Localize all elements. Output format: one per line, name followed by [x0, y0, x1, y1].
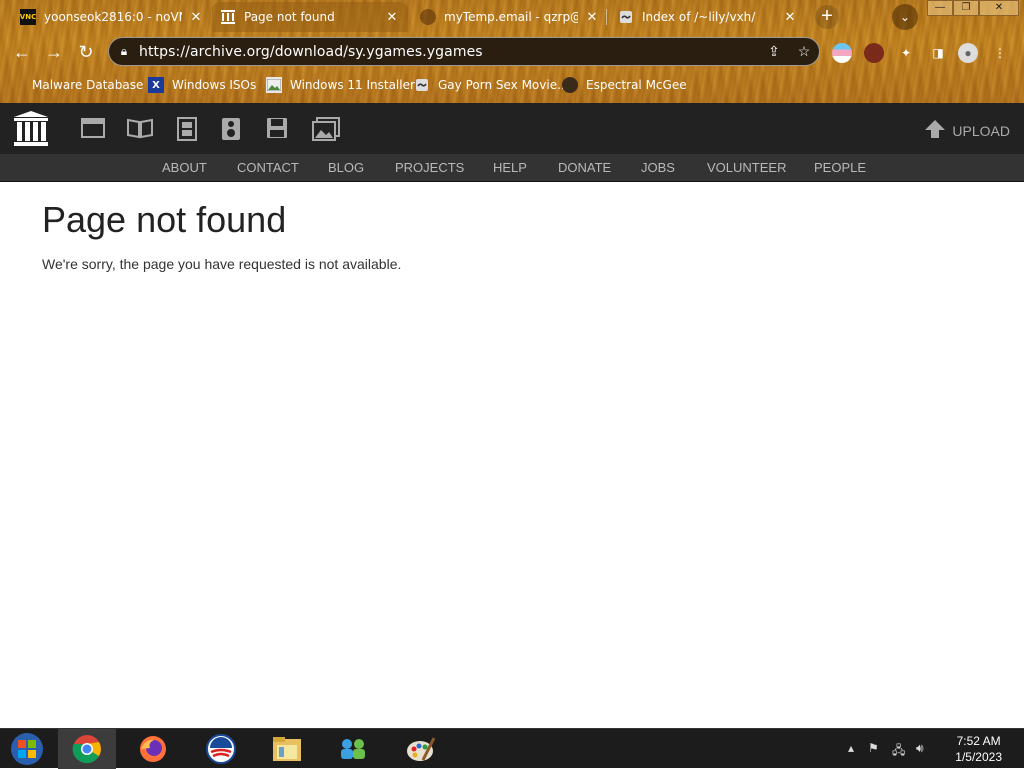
x-icon: X — [148, 77, 164, 93]
clock-time: 7:52 AM — [956, 734, 1001, 748]
show-hidden-icons-icon[interactable]: ▴ — [848, 741, 854, 755]
tilde-icon — [618, 9, 634, 25]
close-icon[interactable]: ✕ — [584, 10, 600, 25]
nav-about[interactable]: ABOUT — [162, 160, 207, 175]
tab-search-button[interactable]: ⌄ — [892, 4, 918, 30]
texts-icon[interactable] — [126, 117, 153, 141]
nav-blog[interactable]: BLOG — [328, 160, 364, 175]
pride-flag-extension-icon[interactable] — [832, 43, 852, 63]
nav-contact[interactable]: CONTACT — [237, 160, 299, 175]
nav-jobs[interactable]: JOBS — [641, 160, 675, 175]
lock-icon[interactable]: 🔒︎ — [109, 44, 139, 59]
bookmark-folder-icon — [16, 77, 26, 93]
tab-title: Page not found — [244, 10, 335, 24]
bookmarks-bar: Malware Database X Windows ISOs Windows … — [0, 72, 1024, 98]
side-panel-icon[interactable]: ◨ — [928, 43, 948, 63]
image-icon — [266, 77, 282, 93]
tab-title: myTemp.email - qzrp@sro — [444, 10, 578, 24]
reload-button[interactable]: ↻ — [74, 40, 98, 64]
images-icon[interactable] — [312, 117, 340, 141]
clock-date: 1/5/2023 — [955, 750, 1002, 764]
bookmark-label: Windows 11 Installer — [290, 78, 415, 92]
bookmark-windows-11-installer[interactable]: Windows 11 Installer — [266, 75, 415, 95]
firefox-icon[interactable] — [124, 729, 182, 769]
network-people-icon[interactable] — [324, 729, 382, 769]
bookmark-label: Malware Database — [32, 78, 144, 92]
url-text[interactable]: https://archive.org/download/sy.ygames.y… — [139, 44, 759, 60]
address-bar[interactable]: 🔒︎ https://archive.org/download/sy.ygame… — [108, 37, 820, 66]
minimize-button[interactable]: — — [927, 0, 953, 16]
page-title: Page not found — [42, 199, 287, 240]
software-icon[interactable] — [266, 117, 292, 141]
start-orb-icon[interactable] — [0, 729, 54, 769]
nav-projects[interactable]: PROJECTS — [395, 160, 464, 175]
file-explorer-icon[interactable] — [258, 729, 316, 769]
window-close-button[interactable]: ✕ — [979, 0, 1019, 16]
profile-icon[interactable]: ● — [958, 43, 978, 63]
error-message: We're sorry, the page you have requested… — [42, 256, 402, 272]
bookmark-label: Windows ISOs — [172, 78, 257, 92]
extensions-puzzle-icon[interactable]: ✦ — [896, 43, 916, 63]
nav-volunteer[interactable]: VOLUNTEER — [707, 160, 786, 175]
tab-mytemp-email[interactable]: myTemp.email - qzrp@sro ✕ — [412, 2, 608, 32]
face-icon — [562, 77, 578, 93]
bookmark-label: Espectral McGee — [586, 78, 687, 92]
avatar-extension-icon[interactable] — [864, 43, 884, 63]
share-icon[interactable]: ⇪ — [759, 43, 789, 60]
site-nav: ABOUT CONTACT BLOG PROJECTS HELP DONATE … — [0, 154, 1024, 182]
bookmark-espectral-mcgee[interactable]: Espectral McGee — [562, 75, 687, 95]
bookmark-windows-isos[interactable]: X Windows ISOs — [148, 75, 256, 95]
bookmark-star-icon[interactable]: ☆ — [789, 43, 819, 60]
upload-label: UPLOAD — [952, 122, 1010, 139]
tab-index-of-lily[interactable]: Index of /~lily/vxh/ ✕ — [610, 2, 806, 32]
close-icon[interactable]: ✕ — [188, 10, 204, 25]
nav-donate[interactable]: DONATE — [558, 160, 611, 175]
close-icon[interactable]: ✕ — [384, 10, 400, 25]
action-center-flag-icon[interactable]: ⚑ — [868, 741, 879, 755]
chrome-icon[interactable] — [58, 729, 116, 769]
site-top-bar: UPLOAD — [0, 103, 1024, 154]
mytemp-icon — [420, 9, 436, 25]
page-content: Page not found We're sorry, the page you… — [42, 199, 982, 273]
browser-chrome: VNC yoonseok2816:0 - noVNC ✕ Page not fo… — [0, 0, 1024, 103]
nav-help[interactable]: HELP — [493, 160, 527, 175]
paint-icon[interactable] — [392, 729, 450, 769]
site-icon — [414, 77, 430, 93]
tab-strip: VNC yoonseok2816:0 - noVNC ✕ Page not fo… — [0, 0, 1024, 34]
tab-page-not-found[interactable]: Page not found ✕ — [212, 2, 408, 32]
menu-kebab-icon[interactable]: ⋮ — [992, 43, 1008, 63]
bookmark-label: Gay Porn Sex Movie... — [438, 78, 569, 92]
volume-icon[interactable]: 🔊︎ — [916, 741, 924, 756]
upload-button[interactable]: UPLOAD — [924, 118, 1010, 143]
archive-org-logo-icon[interactable] — [14, 111, 48, 147]
novnc-icon: VNC — [20, 9, 36, 25]
web-icon[interactable] — [81, 117, 107, 141]
obama-logo-icon[interactable] — [192, 729, 250, 769]
bookmark-site[interactable]: Gay Porn Sex Movie... — [414, 75, 569, 95]
new-tab-button[interactable]: + — [815, 5, 839, 29]
tab-novnc[interactable]: VNC yoonseok2816:0 - noVNC ✕ — [12, 2, 212, 32]
audio-icon[interactable] — [221, 117, 247, 141]
restore-button[interactable]: ❐ — [953, 0, 979, 16]
back-button[interactable]: ← — [10, 40, 34, 64]
network-icon[interactable]: 🖧︎ — [892, 741, 905, 762]
upload-icon — [924, 118, 946, 143]
video-icon[interactable] — [175, 117, 201, 141]
tab-title: yoonseok2816:0 - noVNC — [44, 10, 182, 24]
forward-button[interactable]: → — [42, 40, 66, 64]
bookmark-malware-database[interactable]: Malware Database — [16, 75, 143, 95]
system-clock[interactable]: 7:52 AM 1/5/2023 — [955, 733, 1002, 765]
close-icon[interactable]: ✕ — [782, 10, 798, 25]
nav-people[interactable]: PEOPLE — [814, 160, 866, 175]
taskbar: ▴ ⚑ 🖧︎ 🔊︎ 7:52 AM 1/5/2023 — [0, 728, 1024, 769]
archive-org-icon — [220, 9, 236, 25]
tab-separator — [606, 9, 607, 25]
tab-title: Index of /~lily/vxh/ — [642, 10, 756, 24]
